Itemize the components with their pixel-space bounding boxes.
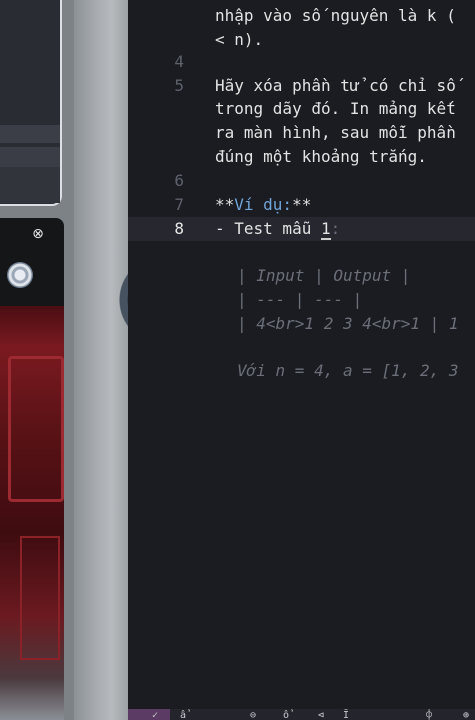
editor-line[interactable]: 6 (128, 169, 475, 193)
bottom-toolbar: ✓ ẩ ⊖ ổ ⊲ Ī ⌽ ⊕ (128, 709, 475, 720)
line-text[interactable]: | 4<br>1 2 3 4<br>1 | 1 (237, 312, 459, 336)
editor-line[interactable]: ra màn hình, sau mỗi phần (128, 121, 475, 145)
line-text[interactable]: Với n = 4, a = [1, 2, 3 (237, 359, 459, 383)
line-number: 5 (174, 76, 184, 95)
line-text[interactable]: **Ví dụ:** (215, 193, 311, 217)
editor-line[interactable] (128, 241, 475, 265)
send-icon[interactable]: ⊲ (318, 711, 324, 720)
current-editor-line[interactable]: 8 - Test mẫu 1: (128, 217, 475, 241)
editor-line[interactable]: 4 (128, 50, 475, 74)
window-row[interactable] (0, 147, 60, 167)
line-text[interactable]: đúng một khoảng trắng. (215, 145, 427, 169)
italic-icon[interactable]: Ī (343, 711, 349, 720)
seal-icon (7, 262, 33, 288)
line-number: 4 (174, 52, 184, 71)
photo-detail (8, 356, 64, 502)
editor-line[interactable]: 5 Hãy xóa phần tử có chỉ số (128, 74, 475, 98)
line-text[interactable]: nhập vào số nguyên là k ( (215, 4, 456, 28)
editor-line[interactable]: trong dãy đó. In mảng kết (128, 97, 475, 121)
line-text[interactable]: < n). (215, 28, 263, 52)
editor-line[interactable] (128, 336, 475, 360)
text-icon[interactable]: ẩ (180, 711, 186, 720)
line-text[interactable]: Hãy xóa phần tử có chỉ số (215, 74, 456, 98)
colon-text: : (330, 219, 341, 238)
close-icon[interactable]: ⊗ (30, 226, 46, 242)
editor-line[interactable]: 7 **Ví dụ:** (128, 193, 475, 217)
line-number: 8 (174, 219, 184, 238)
desktop-wallpaper (74, 0, 128, 720)
window-row[interactable] (0, 125, 60, 143)
editor-line[interactable]: đúng một khoảng trắng. (128, 145, 475, 169)
background-area: ⊗ (0, 0, 128, 720)
line-number: 6 (174, 171, 184, 190)
check-icon[interactable]: ✓ (152, 711, 158, 720)
editor-line[interactable]: | 4<br>1 2 3 4<br>1 | 1 (128, 312, 475, 336)
image-viewer-window[interactable]: ⊗ (0, 218, 64, 720)
window-row[interactable] (0, 167, 60, 203)
line-number: 7 (174, 195, 184, 214)
code-editor[interactable]: nhập vào số nguyên là k ( < n). 4 5 Hãy … (128, 0, 475, 720)
line-text[interactable]: | --- | --- | (237, 288, 362, 312)
editor-line[interactable]: | Input | Output | (128, 264, 475, 288)
add-icon[interactable]: ⊕ (463, 711, 469, 720)
line-text[interactable]: | Input | Output | (237, 264, 410, 288)
editor-line[interactable]: nhập vào số nguyên là k ( (128, 4, 475, 28)
text-cursor: 1 (320, 219, 331, 240)
markdown-bold-marker: ** (215, 195, 235, 214)
photo-preview (0, 306, 64, 720)
editor-line[interactable]: Với n = 4, a = [1, 2, 3 (128, 359, 475, 383)
settings-icon[interactable]: ⌽ (426, 711, 432, 720)
line-text[interactable]: trong dãy đó. In mảng kết (215, 97, 456, 121)
active-indicator (128, 709, 170, 720)
line-text[interactable]: ra màn hình, sau mỗi phần (215, 121, 456, 145)
list-item-text: - Test mẫu (215, 219, 321, 238)
background-window[interactable] (0, 0, 62, 206)
photo-detail (20, 536, 60, 660)
editor-line[interactable]: < n). (128, 28, 475, 52)
markdown-bold-marker: ** (292, 195, 312, 214)
format-icon[interactable]: ổ (283, 711, 289, 720)
search-icon[interactable]: ⊖ (250, 711, 256, 720)
line-text[interactable]: - Test mẫu 1: (215, 217, 340, 241)
bold-heading-text: Ví dụ: (234, 195, 293, 214)
editor-line[interactable]: | --- | --- | (128, 288, 475, 312)
